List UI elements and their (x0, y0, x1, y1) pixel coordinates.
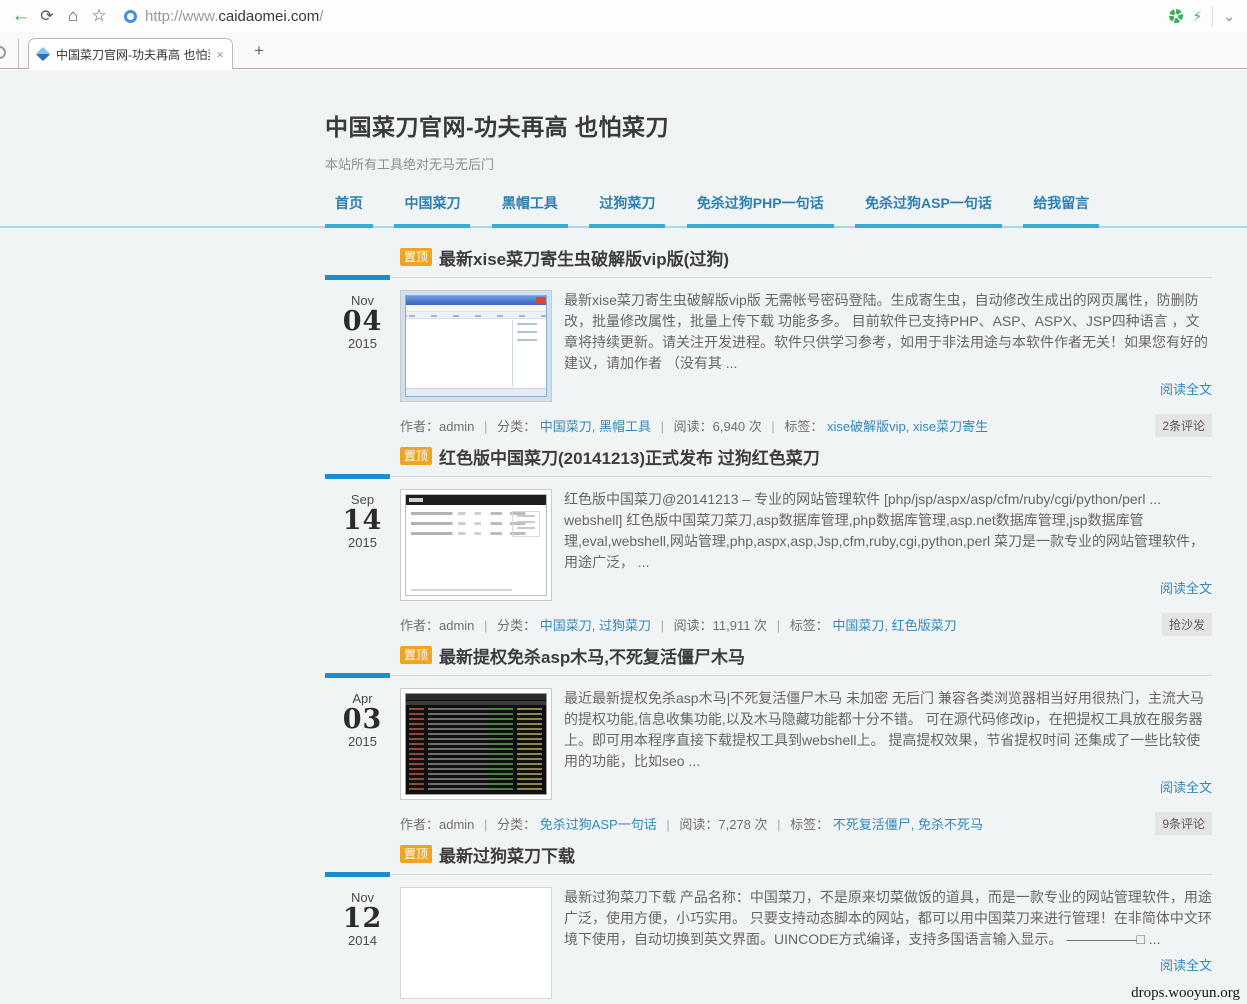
category-link[interactable]: 黑帽工具 (599, 419, 651, 434)
loading-arc-icon (0, 46, 6, 59)
post-meta: 作者：admin | 分类： 免杀过狗ASP一句话 | 阅读：7,278 次 |… (400, 812, 1212, 835)
nav-item-home[interactable]: 首页 (325, 193, 373, 228)
post-thumbnail-image[interactable] (400, 290, 552, 402)
pinned-badge: 置顶 (400, 447, 432, 465)
address-bar[interactable]: http://www.caidaomei.com/ (145, 8, 1169, 25)
tab-close-icon[interactable]: × (216, 47, 224, 62)
thumb-close-icon (536, 297, 545, 304)
site-subtitle: 本站所有工具绝对无马无后门 (325, 154, 1212, 173)
post-title-link[interactable]: 红色版中国菜刀(20141213)正式发布 过狗红色菜刀 (439, 444, 820, 469)
comments-badge[interactable]: 抢沙发 (1162, 613, 1212, 636)
post-date: Nov 04 2015 (325, 290, 400, 402)
post-divider (325, 474, 1212, 479)
post-item: 置顶 红色版中国菜刀(20141213)正式发布 过狗红色菜刀 Sep 14 2… (325, 445, 1212, 636)
post-excerpt: 红色版中国菜刀@20141213 – 专业的网站管理软件 [php/jsp/as… (564, 489, 1212, 573)
watermark: drops.wooyun.org (1131, 985, 1240, 1002)
tab-strip: 中国菜刀官网-功夫再高 也怕菜 × + (0, 32, 1247, 69)
url-domain: caidaomei.com (218, 8, 319, 25)
new-tab-button[interactable]: + (247, 41, 271, 61)
read-more-link[interactable]: 阅读全文 (1160, 581, 1212, 596)
post-divider (325, 673, 1212, 678)
comments-badge[interactable]: 2条评论 (1155, 414, 1212, 437)
post-item: 置顶 最新提权免杀asp木马,不死复活僵尸木马 Apr 03 2015 (325, 644, 1212, 835)
views-count: 阅读：6,940 次 (674, 419, 762, 434)
read-more-link[interactable]: 阅读全文 (1160, 780, 1212, 795)
nav-item-php-oneliner[interactable]: 免杀过狗PHP一句话 (687, 193, 834, 228)
nav-item-blackhat-tools[interactable]: 黑帽工具 (492, 193, 568, 228)
active-tab[interactable]: 中国菜刀官网-功夫再高 也怕菜 × (28, 38, 233, 69)
tag-link[interactable]: 红色版菜刀 (892, 618, 957, 633)
lightning-extension-icon[interactable]: ⚡ (1192, 8, 1202, 25)
tags-label: 标签： (790, 817, 829, 832)
post-thumbnail-image[interactable] (400, 688, 552, 800)
post-thumbnail-image[interactable] (400, 489, 552, 601)
page-viewport: 中国菜刀官网-功夫再高 也怕菜刀 本站所有工具绝对无马无后门 首页 中国菜刀 黑… (0, 70, 1247, 1004)
category-link[interactable]: 过狗菜刀 (599, 618, 651, 633)
views-count: 阅读：11,911 次 (674, 618, 767, 633)
post-title-link[interactable]: 最新提权免杀asp木马,不死复活僵尸木马 (439, 643, 745, 668)
pinned-badge: 置顶 (400, 248, 432, 266)
tag-link[interactable]: 不死复活僵尸, (833, 817, 915, 832)
post-excerpt: 最近最新提权免杀asp木马|不死复活僵尸木马 未加密 无后门 兼容各类浏览器相当… (564, 688, 1212, 772)
post-item: 置顶 最新xise菜刀寄生虫破解版vip版(过狗) Nov 04 2015 (325, 246, 1212, 437)
post-author: 作者：admin (400, 618, 474, 633)
post-meta: 作者：admin | 分类： 中国菜刀, 过狗菜刀 | 阅读：11,911 次 … (400, 613, 1212, 636)
read-more-link[interactable]: 阅读全文 (1160, 958, 1212, 973)
chevron-down-icon[interactable]: ⌄ (1212, 6, 1243, 27)
category-label: 分类： (497, 817, 536, 832)
partial-tab[interactable] (0, 39, 19, 68)
tag-link[interactable]: 中国菜刀, (832, 618, 888, 633)
post-excerpt: 最新xise菜刀寄生虫破解版vip版 无需帐号密码登陆。生成寄生虫，自动修改生成… (564, 290, 1212, 374)
post-excerpt: 最新过狗菜刀下载 产品名称：中国菜刀，不是原来切菜做饭的道具，而是一款专业的网站… (564, 887, 1212, 950)
tab-title: 中国菜刀官网-功夫再高 也怕菜 (56, 46, 210, 63)
tab-favicon (36, 47, 50, 61)
nav-item-china-chopper[interactable]: 中国菜刀 (394, 193, 470, 228)
tag-link[interactable]: xise破解版vip, (827, 419, 909, 434)
post-thumbnail-image[interactable] (400, 887, 552, 999)
screenshot-extension-icon[interactable] (1169, 9, 1183, 23)
post-date: Nov 12 2014 (325, 887, 400, 999)
pinned-badge: 置顶 (400, 646, 432, 664)
bookmark-star-icon[interactable]: ☆ (86, 6, 112, 26)
browser-toolbar: ← ⟳ ⌂ ☆ http://www.caidaomei.com/ ⚡ ⌄ (0, 0, 1247, 32)
nav-item-guogou-chopper[interactable]: 过狗菜刀 (589, 193, 665, 228)
back-icon[interactable]: ← (8, 5, 34, 27)
category-label: 分类： (497, 618, 536, 633)
pinned-badge: 置顶 (400, 845, 432, 863)
tags-label: 标签： (784, 419, 823, 434)
main-nav: 首页 中国菜刀 黑帽工具 过狗菜刀 免杀过狗PHP一句话 免杀过狗ASP一句话 … (325, 193, 1212, 228)
home-icon[interactable]: ⌂ (60, 6, 86, 26)
post-list: 置顶 最新xise菜刀寄生虫破解版vip版(过狗) Nov 04 2015 (325, 246, 1212, 1004)
category-link[interactable]: 中国菜刀, (540, 618, 596, 633)
post-item: 置顶 最新过狗菜刀下载 Nov 12 2014 最新过狗菜刀下载 产品名称：中国… (325, 843, 1212, 1004)
tag-link[interactable]: 免杀不死马 (918, 817, 983, 832)
nav-item-message[interactable]: 给我留言 (1023, 193, 1099, 228)
views-count: 阅读：7,278 次 (679, 817, 767, 832)
category-link[interactable]: 中国菜刀, (540, 419, 596, 434)
post-title-link[interactable]: 最新xise菜刀寄生虫破解版vip版(过狗) (439, 245, 729, 270)
site-security-icon (124, 10, 137, 23)
url-prefix: http://www. (145, 8, 218, 25)
site-title: 中国菜刀官网-功夫再高 也怕菜刀 (325, 108, 1212, 142)
nav-item-asp-oneliner[interactable]: 免杀过狗ASP一句话 (855, 193, 1002, 228)
refresh-icon[interactable]: ⟳ (34, 6, 60, 26)
tags-label: 标签： (790, 618, 829, 633)
comments-badge[interactable]: 9条评论 (1155, 812, 1212, 835)
post-date: Apr 03 2015 (325, 688, 400, 800)
toolbar-extensions: ⚡ ⌄ (1169, 6, 1243, 27)
post-divider (325, 275, 1212, 280)
url-suffix: / (319, 8, 323, 25)
category-link[interactable]: 免杀过狗ASP一句话 (540, 817, 657, 832)
category-label: 分类： (497, 419, 536, 434)
post-date: Sep 14 2015 (325, 489, 400, 601)
tag-link[interactable]: xise菜刀寄生 (913, 419, 988, 434)
read-more-link[interactable]: 阅读全文 (1160, 382, 1212, 397)
post-author: 作者：admin (400, 817, 474, 832)
post-title-link[interactable]: 最新过狗菜刀下载 (439, 842, 575, 867)
post-meta: 作者：admin | 分类： 中国菜刀, 黑帽工具 | 阅读：6,940 次 |… (400, 414, 1212, 437)
post-author: 作者：admin (400, 419, 474, 434)
post-divider (325, 872, 1212, 877)
